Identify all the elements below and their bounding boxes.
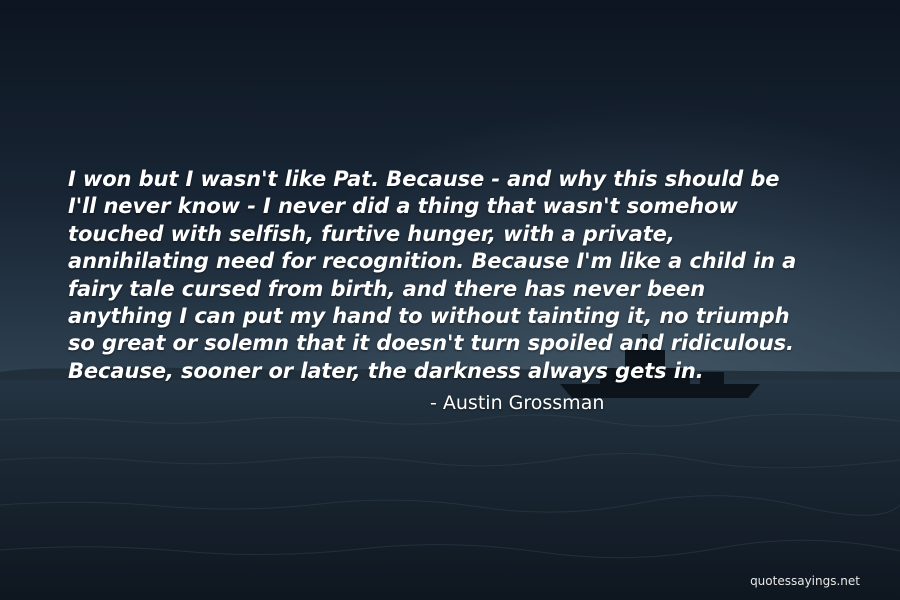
site-watermark: quotessayings.net	[750, 574, 860, 588]
quote-line: touched with selfish, furtive hunger, wi…	[68, 221, 675, 246]
quote-line: Because, sooner or later, the darkness a…	[68, 358, 704, 383]
quote-author: - Austin Grossman	[430, 392, 605, 414]
quote-line: I'll never know - I never did a thing th…	[68, 194, 738, 219]
quote-line: I won but I wasn't like Pat. Because - a…	[68, 167, 780, 191]
quote-line: annihilating need for recognition. Becau…	[68, 249, 797, 274]
quote-line: anything I can put my hand to without ta…	[68, 304, 790, 329]
quote-line: so great or solemn that it doesn't turn …	[68, 331, 794, 356]
quote-line: fairy tale cursed from birth, and there …	[68, 276, 706, 301]
quote-text: I won but I wasn't like Pat. Because - a…	[68, 166, 868, 385]
